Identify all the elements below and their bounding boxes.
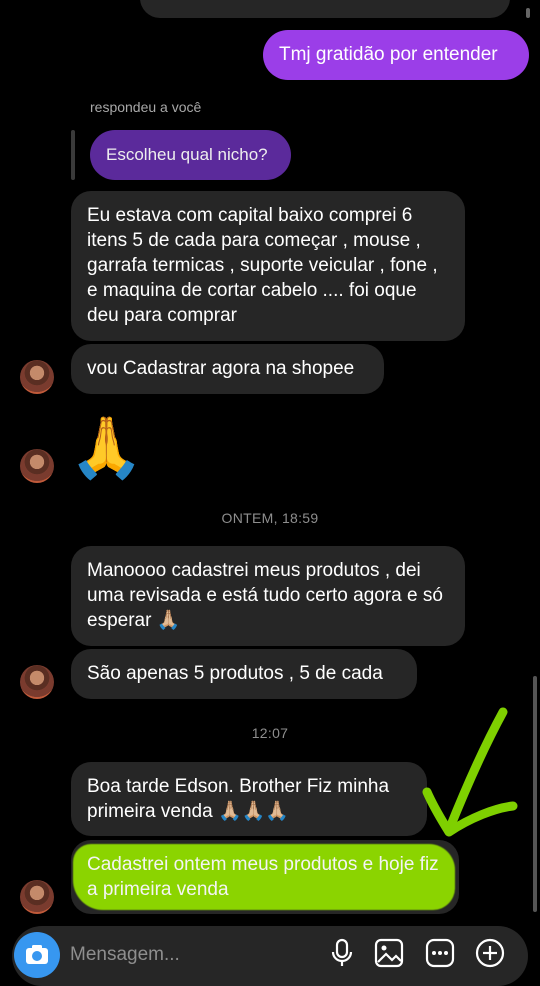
- message-incoming[interactable]: Eu estava com capital baixo comprei 6 it…: [71, 191, 465, 341]
- timestamp: ONTEM, 18:59: [221, 510, 319, 526]
- message-outgoing[interactable]: Tmj gratidão por entender: [263, 30, 529, 80]
- drawn-arrow-annotation: [422, 707, 518, 837]
- avatar[interactable]: [20, 665, 54, 699]
- reply-quote-bubble[interactable]: Escolheu qual nicho?: [90, 130, 291, 180]
- image-icon[interactable]: [374, 938, 404, 968]
- scrollbar[interactable]: [533, 676, 537, 912]
- avatar[interactable]: [20, 880, 54, 914]
- avatar[interactable]: [20, 449, 54, 483]
- message-incoming[interactable]: vou Cadastrar agora na shopee: [71, 344, 384, 394]
- avatar[interactable]: [20, 360, 54, 394]
- sticker-icon[interactable]: [425, 938, 455, 968]
- message-incoming[interactable]: São apenas 5 produtos , 5 de cada: [71, 649, 417, 699]
- highlighted-text: Cadastrei ontem meus produtos e hoje fiz…: [87, 854, 439, 900]
- plus-circle-icon[interactable]: [475, 938, 505, 968]
- reply-quote-bar: [71, 130, 75, 180]
- message-composer: Mensagem...: [12, 926, 528, 986]
- message-incoming-highlighted[interactable]: Cadastrei ontem meus produtos e hoje fiz…: [71, 840, 459, 914]
- scroll-indicator-top: [526, 8, 530, 18]
- partial-bubble-top: [140, 0, 510, 18]
- camera-icon[interactable]: [14, 932, 60, 978]
- message-incoming[interactable]: Manoooo cadastrei meus produtos , dei um…: [71, 546, 465, 646]
- message-incoming[interactable]: Boa tarde Edson. Brother Fiz minha prime…: [71, 762, 427, 836]
- emoji-message[interactable]: 🙏: [69, 412, 144, 484]
- message-input[interactable]: Mensagem...: [70, 944, 180, 966]
- reply-label: respondeu a você: [90, 99, 202, 115]
- microphone-icon[interactable]: [330, 938, 354, 968]
